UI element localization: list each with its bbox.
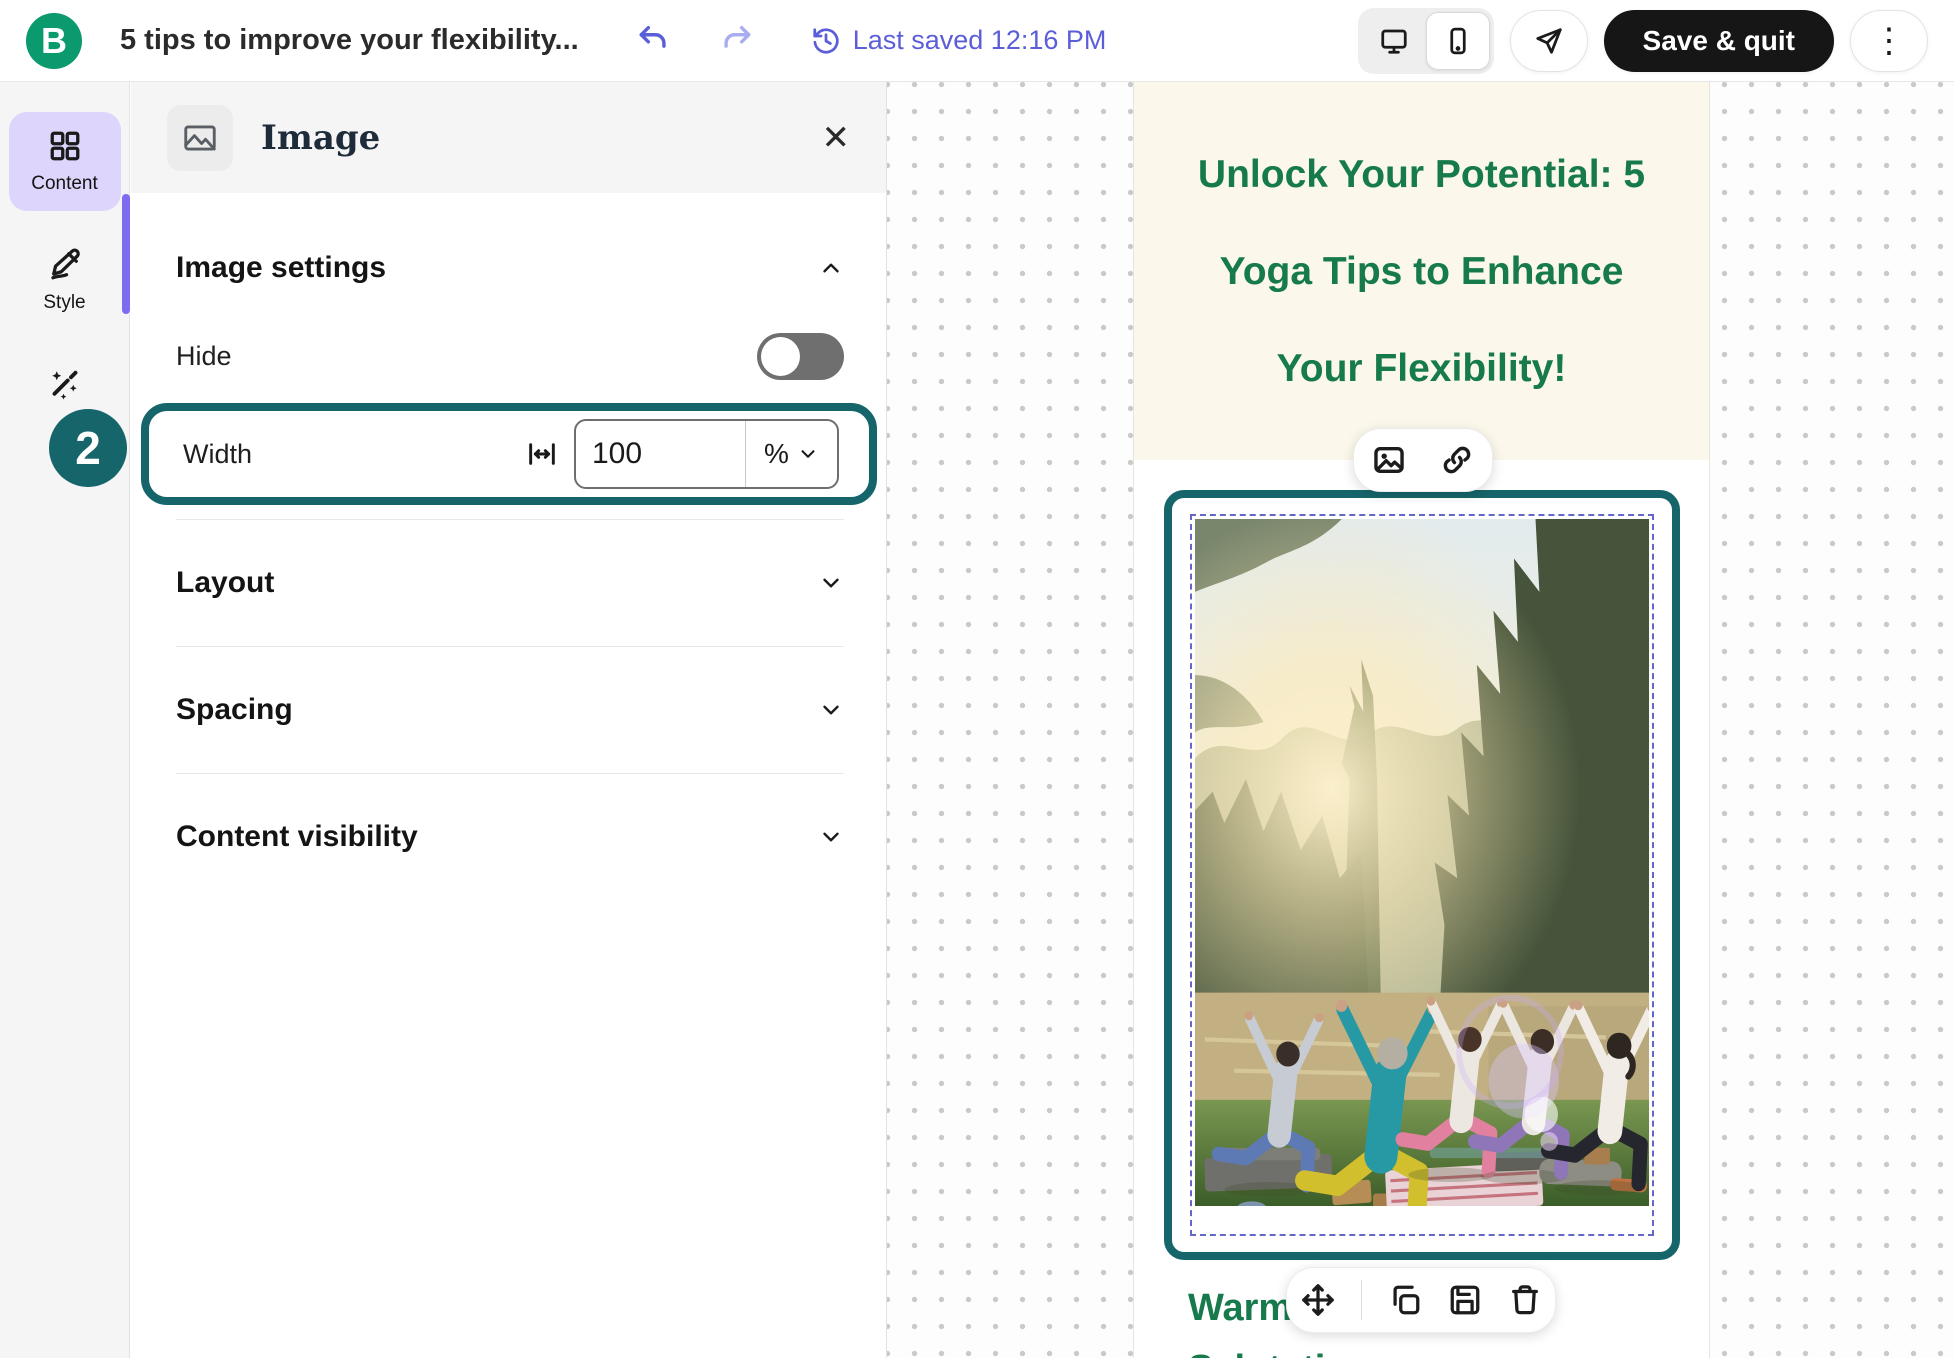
chevron-down-icon (818, 697, 844, 723)
last-saved-text: Last saved 12:16 PM (853, 25, 1107, 56)
hide-label: Hide (176, 341, 232, 372)
close-panel-button[interactable]: ✕ (822, 118, 851, 158)
editor-nav-rail: Content Style (0, 82, 130, 1358)
block-type-tile (167, 105, 233, 171)
email-heading-line: Unlock Your Potential: 5 (1134, 126, 1709, 223)
undo-icon (637, 22, 671, 56)
annotation-badge-2: 2 (49, 409, 127, 487)
link-image-button[interactable] (1440, 443, 1474, 477)
email-hero-block[interactable]: Unlock Your Potential: 5 Yoga Tips to En… (1134, 82, 1709, 460)
nav-tab-ai-assistant[interactable] (9, 350, 121, 418)
hide-toggle[interactable] (757, 333, 844, 380)
send-icon (1534, 26, 1564, 56)
move-icon (1301, 1283, 1335, 1317)
active-tab-indicator (122, 194, 130, 314)
toolbar-divider (1361, 1280, 1362, 1320)
send-test-button[interactable] (1510, 10, 1588, 72)
section-image-settings[interactable]: Image settings (176, 251, 844, 285)
spacing-title: Spacing (176, 693, 293, 727)
image-icon (1372, 443, 1406, 477)
more-options-button[interactable]: ⋮ (1850, 10, 1928, 72)
last-saved-status: Last saved 12:16 PM (811, 25, 1107, 56)
email-preview-column[interactable]: Unlock Your Potential: 5 Yoga Tips to En… (1133, 82, 1710, 1358)
section-divider (176, 773, 844, 774)
content-visibility-title: Content visibility (176, 820, 418, 854)
email-subheading-line: Salutations (1188, 1339, 1524, 1358)
email-heading-line: Your Flexibility! (1134, 320, 1709, 417)
image-block-icon (181, 119, 219, 157)
content-grid-icon (47, 128, 83, 164)
panel-header: Image ✕ (131, 82, 886, 193)
nav-tab-style-label: Style (43, 292, 85, 314)
device-preview-switch (1358, 8, 1494, 74)
section-divider (176, 646, 844, 647)
image-quick-toolbar (1353, 428, 1493, 492)
link-icon (1440, 443, 1474, 477)
move-block-button[interactable] (1301, 1283, 1335, 1317)
panel-title: Image (261, 118, 380, 158)
mobile-icon (1443, 26, 1473, 56)
style-pen-icon (47, 247, 83, 283)
image-settings-panel: Image ✕ Image settings Hide Width (131, 82, 887, 1358)
block-actions-toolbar (1286, 1267, 1556, 1333)
layout-title: Layout (176, 566, 274, 600)
redo-button[interactable] (719, 22, 753, 59)
mobile-preview-button[interactable] (1426, 12, 1490, 70)
section-content-visibility[interactable]: Content visibility (176, 820, 844, 854)
width-input[interactable] (576, 421, 745, 487)
delete-block-button[interactable] (1508, 1283, 1542, 1317)
nav-tab-content-label: Content (31, 173, 98, 195)
toggle-knob (761, 337, 800, 376)
top-bar: B 5 tips to improve your flexibility... (0, 0, 1954, 82)
selected-image-block[interactable] (1164, 490, 1680, 1260)
save-icon (1448, 1283, 1482, 1317)
save-quit-button[interactable]: Save & quit (1604, 10, 1834, 72)
panel-body: Image settings Hide Width (131, 251, 886, 854)
width-label: Width (183, 439, 252, 470)
email-editor-app: B 5 tips to improve your flexibility... (0, 0, 1954, 1358)
save-block-button[interactable] (1448, 1283, 1482, 1317)
section-layout[interactable]: Layout (176, 566, 844, 600)
width-field-group: % (526, 419, 839, 489)
history-clock-icon (811, 26, 841, 56)
brand-logo-letter: B (41, 20, 67, 62)
copy-icon (1388, 1283, 1422, 1317)
undo-button[interactable] (637, 22, 671, 59)
chevron-down-icon (818, 824, 844, 850)
chevron-down-icon (818, 570, 844, 596)
width-unit-select[interactable]: % (745, 421, 837, 487)
trash-icon (1508, 1283, 1542, 1317)
duplicate-block-button[interactable] (1388, 1283, 1422, 1317)
chevron-down-icon (797, 443, 819, 465)
hide-setting-row: Hide (176, 333, 844, 380)
image-settings-title: Image settings (176, 251, 386, 285)
brand-logo[interactable]: B (26, 13, 82, 69)
topbar-actions: Save & quit ⋮ (1358, 8, 1928, 74)
magic-wand-icon (47, 366, 83, 402)
nav-tab-style[interactable]: Style (9, 231, 121, 330)
chevron-up-icon (818, 255, 844, 281)
image-block-dashed-outline (1190, 514, 1654, 1236)
section-spacing[interactable]: Spacing (176, 693, 844, 727)
nav-tab-content[interactable]: Content (9, 112, 121, 211)
section-divider (176, 519, 844, 520)
desktop-icon (1379, 26, 1409, 56)
document-title[interactable]: 5 tips to improve your flexibility... (120, 24, 579, 57)
width-unit-value: % (764, 438, 789, 470)
width-setting-row-highlighted: Width % (141, 403, 877, 505)
redo-icon (719, 22, 753, 56)
replace-image-button[interactable] (1372, 443, 1406, 477)
width-arrows-icon (526, 438, 558, 470)
email-heading-line: Yoga Tips to Enhance (1134, 223, 1709, 320)
yoga-class-photo[interactable] (1195, 519, 1649, 1206)
width-input-group: % (574, 419, 839, 489)
desktop-preview-button[interactable] (1362, 12, 1426, 70)
kebab-menu-icon: ⋮ (1872, 24, 1906, 58)
email-canvas: Unlock Your Potential: 5 Yoga Tips to En… (887, 82, 1954, 1358)
